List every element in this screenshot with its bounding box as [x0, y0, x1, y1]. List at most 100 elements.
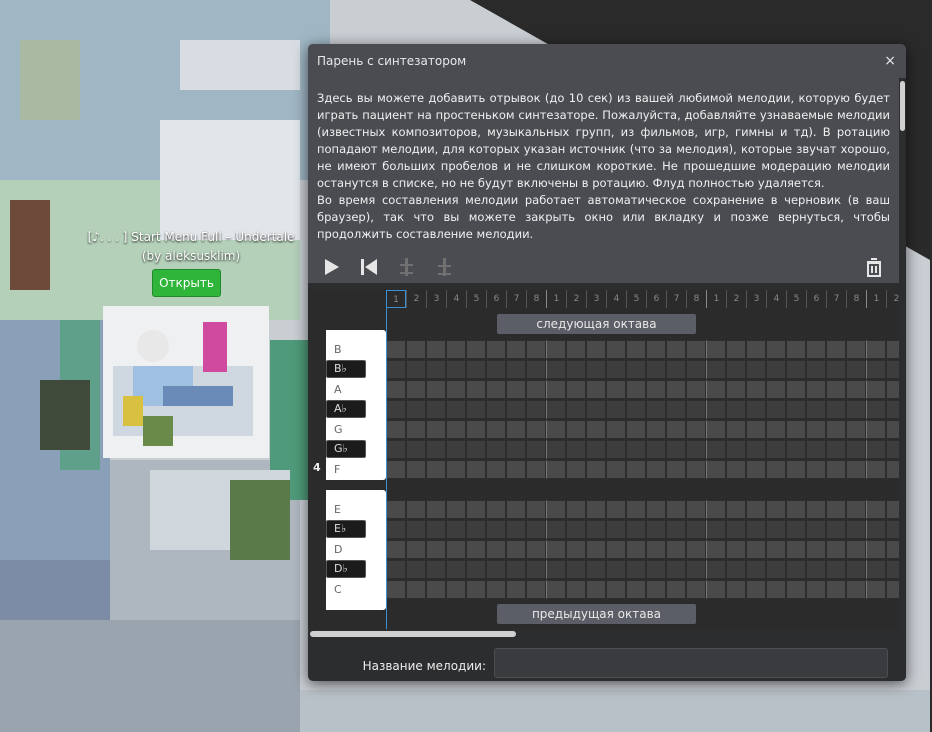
note-cell[interactable] [526, 520, 546, 539]
note-cell[interactable] [586, 340, 606, 359]
note-cell[interactable] [406, 380, 426, 399]
note-cell[interactable] [746, 340, 766, 359]
note-cell[interactable] [466, 500, 486, 519]
note-cell[interactable] [866, 460, 886, 479]
note-cell[interactable] [606, 440, 626, 459]
note-cell[interactable] [746, 420, 766, 439]
note-cell[interactable] [446, 500, 466, 519]
note-cell[interactable] [406, 500, 426, 519]
note-cell[interactable] [466, 360, 486, 379]
timeline-beat[interactable]: 8 [526, 290, 546, 308]
vertical-scrollbar[interactable] [899, 78, 906, 681]
note-cell[interactable] [546, 540, 566, 559]
note-cell[interactable] [706, 500, 726, 519]
note-cell[interactable] [506, 520, 526, 539]
note-cell[interactable] [666, 540, 686, 559]
note-cell[interactable] [806, 520, 826, 539]
note-cell[interactable] [566, 420, 586, 439]
note-cell[interactable] [546, 400, 566, 419]
note-cell[interactable] [846, 360, 866, 379]
note-cell[interactable] [846, 560, 866, 579]
note-cell[interactable] [466, 440, 486, 459]
note-cell[interactable] [646, 520, 666, 539]
skip-back-icon[interactable] [357, 255, 381, 279]
note-cell[interactable] [786, 380, 806, 399]
note-cell[interactable] [526, 400, 546, 419]
note-cell[interactable] [686, 520, 706, 539]
note-cell[interactable] [666, 420, 686, 439]
note-cell[interactable] [866, 580, 886, 599]
note-cell[interactable] [726, 400, 746, 419]
note-cell[interactable] [726, 360, 746, 379]
note-cell[interactable] [846, 540, 866, 559]
note-cell[interactable] [746, 500, 766, 519]
note-cell[interactable] [586, 400, 606, 419]
note-cell[interactable] [646, 460, 666, 479]
note-cell[interactable] [726, 380, 746, 399]
note-cell[interactable] [766, 500, 786, 519]
note-cell[interactable] [506, 560, 526, 579]
note-cell[interactable] [846, 340, 866, 359]
note-cell[interactable] [406, 440, 426, 459]
note-cell[interactable] [586, 420, 606, 439]
note-cell[interactable] [606, 360, 626, 379]
note-cell[interactable] [826, 560, 846, 579]
note-cell[interactable] [406, 580, 426, 599]
timeline-beat[interactable]: 2 [566, 290, 586, 308]
note-cell[interactable] [866, 400, 886, 419]
previous-octave-button[interactable]: предыдущая октава [497, 604, 696, 624]
note-cell[interactable] [806, 460, 826, 479]
note-cell[interactable] [766, 580, 786, 599]
scrollbar-thumb[interactable] [900, 81, 905, 131]
note-cell[interactable] [546, 500, 566, 519]
timeline-beat[interactable]: 2 [726, 290, 746, 308]
note-cell[interactable] [686, 420, 706, 439]
note-cell[interactable] [706, 400, 726, 419]
note-cell[interactable] [506, 340, 526, 359]
note-cell[interactable] [386, 520, 406, 539]
note-cell[interactable] [706, 540, 726, 559]
note-cell[interactable] [426, 340, 446, 359]
note-cell[interactable] [866, 540, 886, 559]
timeline-beat[interactable]: 1 [866, 290, 886, 308]
note-cell[interactable] [706, 340, 726, 359]
note-cell[interactable] [506, 440, 526, 459]
note-cell[interactable] [666, 340, 686, 359]
note-cell[interactable] [546, 560, 566, 579]
note-cell[interactable] [726, 440, 746, 459]
note-cell[interactable] [846, 400, 866, 419]
note-cell[interactable] [406, 540, 426, 559]
note-cell[interactable] [746, 380, 766, 399]
note-cell[interactable] [406, 360, 426, 379]
note-cell[interactable] [546, 340, 566, 359]
note-cell[interactable] [786, 520, 806, 539]
note-cell[interactable] [806, 420, 826, 439]
note-cell[interactable] [386, 560, 406, 579]
scrollbar-thumb[interactable] [310, 631, 516, 637]
note-cell[interactable] [766, 400, 786, 419]
note-cell[interactable] [706, 380, 726, 399]
note-cell[interactable] [706, 560, 726, 579]
note-cell[interactable] [826, 360, 846, 379]
note-cell[interactable] [866, 520, 886, 539]
note-cell[interactable] [686, 460, 706, 479]
note-cell[interactable] [386, 540, 406, 559]
timeline-beat[interactable]: 2 [406, 290, 426, 308]
note-cell[interactable] [826, 580, 846, 599]
note-cell[interactable] [566, 360, 586, 379]
note-cell[interactable] [606, 340, 626, 359]
note-cell[interactable] [646, 420, 666, 439]
note-cell[interactable] [486, 340, 506, 359]
timeline-beat[interactable]: 7 [826, 290, 846, 308]
note-cell[interactable] [566, 580, 586, 599]
note-cell[interactable] [386, 380, 406, 399]
note-cell[interactable] [806, 340, 826, 359]
note-cell[interactable] [546, 420, 566, 439]
note-cell[interactable] [646, 500, 666, 519]
timeline-beat[interactable]: 7 [666, 290, 686, 308]
note-cell[interactable] [486, 440, 506, 459]
note-cell[interactable] [626, 400, 646, 419]
note-cell[interactable] [546, 360, 566, 379]
timeline-beat[interactable]: 3 [746, 290, 766, 308]
note-cell[interactable] [626, 440, 646, 459]
